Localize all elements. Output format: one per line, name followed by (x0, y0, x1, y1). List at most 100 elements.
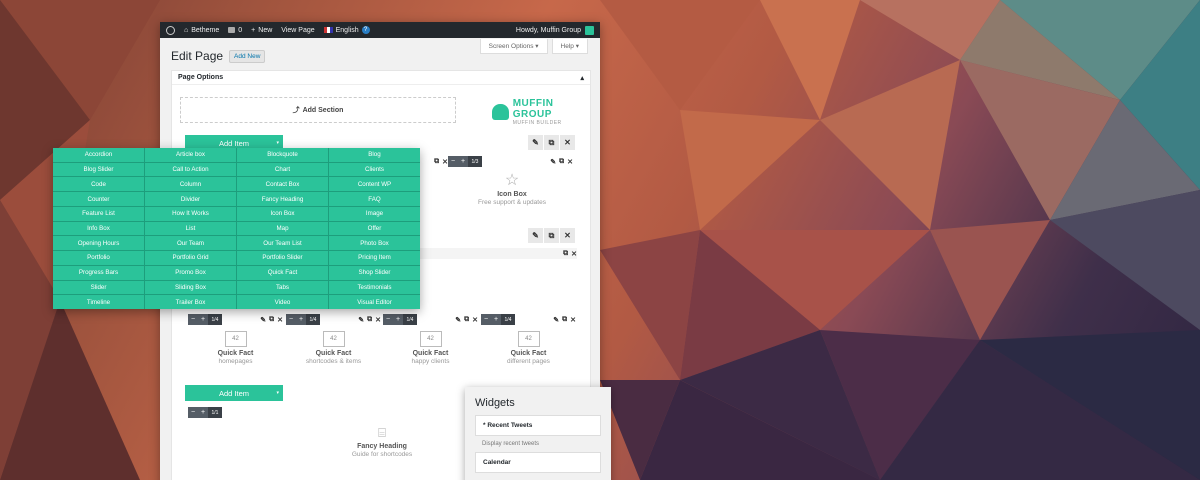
section-clone-icon[interactable]: ⧉ (544, 135, 559, 150)
menu-item-call-to-action[interactable]: Call to Action (145, 162, 236, 177)
increase-size-button[interactable]: + (296, 314, 306, 325)
section-settings-icon[interactable]: ✎ (528, 135, 543, 150)
menu-item-blog[interactable]: Blog (329, 148, 420, 162)
menu-item-our-team[interactable]: Our Team (145, 236, 236, 251)
menu-item-video[interactable]: Video (237, 295, 328, 309)
menu-item-quick-fact[interactable]: Quick Fact (237, 265, 328, 280)
section-settings-icon[interactable]: ✎ (528, 228, 543, 243)
menu-item-fancy-heading[interactable]: Fancy Heading (237, 192, 328, 206)
delete-icon[interactable]: ✕ (472, 316, 478, 324)
widget-recent-tweets[interactable]: * Recent Tweets (475, 415, 601, 436)
menu-item-visual-editor[interactable]: Visual Editor (329, 295, 420, 309)
increase-size-button[interactable]: + (198, 407, 208, 418)
menu-item-code[interactable]: Code (53, 177, 144, 192)
menu-item-photo-box[interactable]: Photo Box (329, 236, 420, 251)
menu-item-content-wp[interactable]: Content WP (329, 177, 420, 192)
menu-item-slider[interactable]: Slider (53, 280, 144, 295)
menu-item-map[interactable]: Map (237, 221, 328, 236)
menu-item-sliding-box[interactable]: Sliding Box (145, 280, 236, 295)
decrease-size-button[interactable]: − (481, 314, 491, 325)
account-menu[interactable]: Howdy, Muffin Group (516, 25, 594, 35)
quick-fact-item[interactable]: 42 Quick Fact happy clients (383, 331, 478, 365)
menu-item-offer[interactable]: Offer (329, 221, 420, 236)
menu-item-info-box[interactable]: Info Box (53, 221, 144, 236)
menu-item-list[interactable]: List (145, 221, 236, 236)
clone-icon[interactable]: ⧉ (434, 158, 439, 166)
clone-icon[interactable]: ⧉ (562, 316, 567, 324)
menu-item-portfolio[interactable]: Portfolio (53, 251, 144, 265)
increase-size-button[interactable]: + (393, 314, 403, 325)
menu-item-accordion[interactable]: Accordion (53, 148, 144, 162)
clone-icon[interactable]: ⧉ (559, 158, 564, 166)
clone-icon[interactable]: ⧉ (464, 316, 469, 324)
add-new-button[interactable]: Add New (229, 49, 266, 63)
menu-item-counter[interactable]: Counter (53, 192, 144, 206)
widget-calendar[interactable]: Calendar (475, 452, 601, 473)
language-switcher[interactable]: English? (323, 26, 370, 34)
menu-item-promo-box[interactable]: Promo Box (145, 265, 236, 280)
edit-icon[interactable]: ✎ (553, 316, 559, 324)
increase-size-button[interactable]: + (458, 156, 468, 167)
increase-size-button[interactable]: + (198, 314, 208, 325)
delete-icon[interactable]: ✕ (375, 316, 381, 324)
quick-fact-item[interactable]: 42 Quick Fact different pages (481, 331, 576, 365)
menu-item-image[interactable]: Image (329, 206, 420, 221)
site-name-link[interactable]: ⌂ Betheme (184, 27, 219, 34)
menu-item-contact-box[interactable]: Contact Box (237, 177, 328, 192)
decrease-size-button[interactable]: − (188, 407, 198, 418)
menu-item-feature-list[interactable]: Feature List (53, 206, 144, 221)
help-button[interactable]: Help ▾ (551, 39, 588, 54)
quick-fact-item[interactable]: 42 Quick Fact shortcodes & items (286, 331, 381, 365)
menu-item-blog-slider[interactable]: Blog Slider (53, 162, 144, 177)
menu-item-progress-bars[interactable]: Progress Bars (53, 265, 144, 280)
clone-icon[interactable]: ⧉ (563, 250, 568, 258)
clone-icon[interactable]: ⧉ (269, 316, 274, 324)
menu-item-portfolio-slider[interactable]: Portfolio Slider (237, 251, 328, 265)
menu-item-shop-slider[interactable]: Shop Slider (329, 265, 420, 280)
menu-item-testimonials[interactable]: Testimonials (329, 280, 420, 295)
menu-item-how-it-works[interactable]: How It Works (145, 206, 236, 221)
section-delete-icon[interactable]: ✕ (560, 135, 575, 150)
menu-item-clients[interactable]: Clients (329, 162, 420, 177)
decrease-size-button[interactable]: − (188, 314, 198, 325)
view-page-link[interactable]: View Page (281, 27, 314, 34)
menu-item-portfolio-grid[interactable]: Portfolio Grid (145, 251, 236, 265)
decrease-size-button[interactable]: − (448, 156, 458, 167)
delete-icon[interactable]: ✕ (442, 158, 448, 166)
menu-item-blockquote[interactable]: Blockquote (237, 148, 328, 162)
icon-box-item[interactable]: ☆ Icon Box Free support & updates (462, 171, 562, 206)
add-item-button[interactable]: Add Item ▾ (185, 385, 283, 401)
screen-options-button[interactable]: Screen Options ▾ (479, 39, 548, 54)
edit-icon[interactable]: ✎ (260, 316, 266, 324)
menu-item-article-box[interactable]: Article box (145, 148, 236, 162)
delete-icon[interactable]: ✕ (277, 316, 283, 324)
wordpress-logo-icon[interactable] (166, 25, 175, 35)
decrease-size-button[interactable]: − (286, 314, 296, 325)
menu-item-pricing-item[interactable]: Pricing Item (329, 251, 420, 265)
edit-icon[interactable]: ✎ (550, 158, 556, 166)
delete-icon[interactable]: ✕ (571, 250, 577, 258)
menu-item-trailer-box[interactable]: Trailer Box (145, 295, 236, 309)
menu-item-our-team-list[interactable]: Our Team List (237, 236, 328, 251)
fancy-heading-item[interactable]: ⌸ Fancy Heading Guide for shortcodes (292, 423, 472, 458)
clone-icon[interactable]: ⧉ (367, 316, 372, 324)
add-section-button[interactable]: ⤴ Add Section (180, 97, 456, 123)
menu-item-column[interactable]: Column (145, 177, 236, 192)
delete-icon[interactable]: ✕ (567, 158, 573, 166)
quick-fact-item[interactable]: 42 Quick Fact homepages (188, 331, 283, 365)
menu-item-chart[interactable]: Chart (237, 162, 328, 177)
comments-link[interactable]: 0 (228, 27, 242, 34)
menu-item-divider[interactable]: Divider (145, 192, 236, 206)
menu-item-timeline[interactable]: Timeline (53, 295, 144, 309)
section-delete-icon[interactable]: ✕ (560, 228, 575, 243)
delete-icon[interactable]: ✕ (570, 316, 576, 324)
section-clone-icon[interactable]: ⧉ (544, 228, 559, 243)
menu-item-tabs[interactable]: Tabs (237, 280, 328, 295)
new-content-link[interactable]: + New (251, 27, 272, 34)
increase-size-button[interactable]: + (491, 314, 501, 325)
page-options-header[interactable]: Page Options ▴ (172, 71, 590, 85)
decrease-size-button[interactable]: − (383, 314, 393, 325)
menu-item-opening-hours[interactable]: Opening Hours (53, 236, 144, 251)
edit-icon[interactable]: ✎ (358, 316, 364, 324)
edit-icon[interactable]: ✎ (455, 316, 461, 324)
